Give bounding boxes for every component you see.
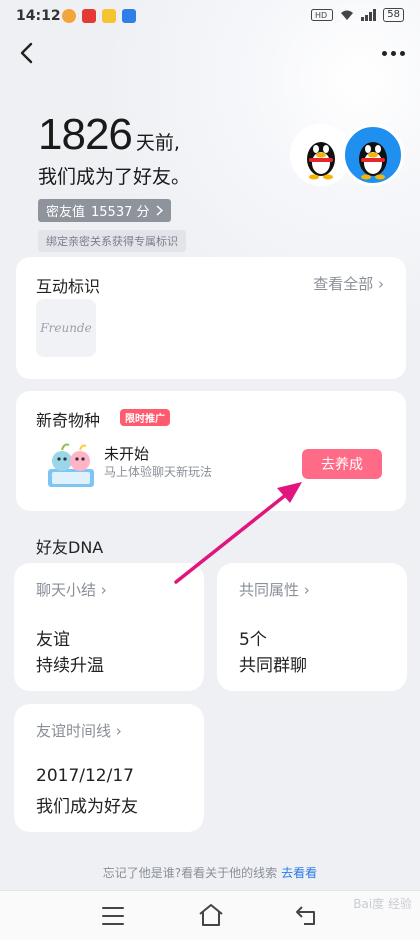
wifi-icon xyxy=(341,10,354,20)
common-attributes-label: 共同属性 › xyxy=(239,581,310,599)
back-arrow-icon xyxy=(296,906,315,925)
hd-icon: HD xyxy=(311,9,334,21)
menu-line xyxy=(102,915,124,917)
novel-species-card: 新奇物种 限时推广 未开始 马上体验聊天新玩法 去养成 xyxy=(16,391,406,511)
news-icon xyxy=(102,9,116,23)
novel-species-title: 新奇物种 xyxy=(36,411,101,430)
pet-description: 马上体验聊天新玩法 xyxy=(104,465,213,479)
toutiao-icon xyxy=(82,9,96,23)
interaction-badges-card: 互动标识 查看全部 › Freunde xyxy=(16,257,406,379)
go-see-link[interactable]: 去看看 xyxy=(281,866,317,880)
more-dot xyxy=(399,50,405,56)
bind-relationship-hint[interactable]: 绑定亲密关系获得专属标识 xyxy=(38,230,186,252)
timeline-event: 我们成为好友 xyxy=(36,797,138,817)
friend-dna-title: 好友DNA xyxy=(36,538,104,557)
pet-status: 未开始 xyxy=(104,445,150,463)
friend-avatars xyxy=(290,124,406,190)
chat-summary-value: 友谊 xyxy=(36,630,70,650)
badge-text: Freunde xyxy=(40,321,92,335)
weibo-icon xyxy=(62,9,76,23)
timeline-label: 友谊时间线 › xyxy=(36,722,122,740)
clue-hint: 忘记了他是谁?看看关于他的线索 去看看 xyxy=(0,864,420,881)
intimacy-value: 15537 分 xyxy=(91,205,150,220)
menu-button[interactable] xyxy=(102,907,124,925)
promo-badge: 限时推广 xyxy=(120,409,170,426)
signal-icon xyxy=(361,9,377,21)
system-back-button[interactable] xyxy=(294,903,320,927)
friendship-hero: 1826 天前, 我们成为了好友。 密友值 15537 分 绑定亲密关系获得专属… xyxy=(38,110,190,252)
intimacy-score-chip[interactable]: 密友值 15537 分 xyxy=(38,199,171,222)
common-attributes-subvalue: 共同群聊 xyxy=(239,656,307,676)
chat-summary-label: 聊天小结 › xyxy=(36,581,107,599)
penguin-icon xyxy=(359,142,387,180)
status-bar: 14:12 HD 58 xyxy=(0,0,420,32)
menu-line xyxy=(102,907,124,909)
start-raising-button[interactable]: 去养成 xyxy=(302,449,382,479)
back-button[interactable] xyxy=(12,38,42,68)
avatar[interactable] xyxy=(342,124,404,186)
interaction-badges-title: 互动标识 xyxy=(36,277,101,296)
translate-icon xyxy=(122,9,136,23)
chat-summary-subvalue: 持续升温 xyxy=(36,656,104,676)
menu-line xyxy=(102,923,124,925)
more-dot xyxy=(381,50,387,56)
days-unit: 天前, xyxy=(135,132,180,154)
status-right: HD 58 xyxy=(311,8,404,22)
freunde-badge[interactable]: Freunde xyxy=(36,299,96,357)
chevron-right-icon xyxy=(156,205,163,216)
days-count: 1826 xyxy=(38,110,133,159)
intimacy-label: 密友值 xyxy=(46,205,86,220)
home-button[interactable] xyxy=(198,903,224,927)
clue-hint-text: 忘记了他是谁?看看关于他的线索 xyxy=(102,866,278,880)
chat-summary-card[interactable]: 聊天小结 › 友谊 持续升温 xyxy=(14,563,204,691)
pet-illustration-icon xyxy=(42,441,100,491)
friendship-timeline-card[interactable]: 友谊时间线 › 2017/12/17 我们成为好友 xyxy=(14,704,204,832)
more-dot xyxy=(390,50,396,56)
timeline-date: 2017/12/17 xyxy=(36,766,134,786)
status-app-icons xyxy=(62,9,136,23)
home-icon xyxy=(199,904,223,926)
chevron-left-icon xyxy=(20,42,33,64)
common-attributes-card[interactable]: 共同属性 › 5个 共同群聊 xyxy=(217,563,407,691)
common-attributes-value: 5个 xyxy=(239,630,267,650)
more-options-button[interactable] xyxy=(378,40,408,66)
svg-text:HD: HD xyxy=(315,11,327,20)
status-time: 14:12 xyxy=(16,8,61,24)
watermark-logo: Bai度 经验 xyxy=(353,897,412,911)
penguin-icon xyxy=(307,142,335,180)
view-all-link[interactable]: 查看全部 › xyxy=(313,273,384,294)
battery-level: 58 xyxy=(383,8,404,22)
friends-since-text: 我们成为了好友。 xyxy=(38,166,191,188)
days-row: 1826 天前, xyxy=(38,110,190,160)
